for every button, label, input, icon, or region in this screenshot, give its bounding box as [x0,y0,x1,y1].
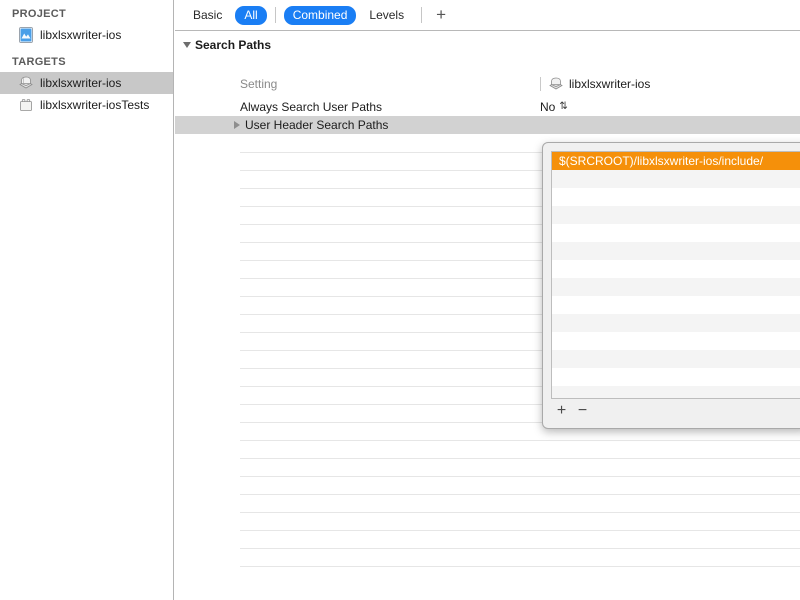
list-item[interactable] [552,242,800,260]
xcode-build-settings-window: PROJECT libxlsxwriter-ios TARGETS libxls… [0,0,800,600]
tab-levels[interactable]: Levels [360,6,413,25]
tab-basic[interactable]: Basic [184,6,231,25]
sidebar-item-label: libxlsxwriter-iosTests [40,98,150,112]
toolbar-separator [274,7,276,23]
list-item[interactable] [552,206,800,224]
list-item[interactable] [552,188,800,206]
project-group-header: PROJECT [12,8,67,20]
column-header-target-label: libxlsxwriter-ios [569,77,651,91]
list-item[interactable] [552,332,800,350]
project-navigator-sidebar: PROJECT libxlsxwriter-ios TARGETS libxls… [0,0,174,600]
stepper-icon[interactable]: ⇅ [559,102,567,112]
section-title: Search Paths [195,38,272,52]
test-bundle-target-icon [18,97,34,113]
row-separator [240,494,800,495]
tab-combined[interactable]: Combined [283,5,357,25]
tab-all[interactable]: All [235,5,267,25]
library-target-icon [548,76,564,92]
section-header-search-paths[interactable]: Search Paths [175,35,800,55]
row-separator [240,512,800,513]
chevron-right-icon[interactable] [234,121,240,129]
sidebar-item-label: libxlsxwriter-ios [40,28,122,42]
table-header-row: Setting libxlsxwriter-ios [175,75,800,93]
list-item[interactable] [552,350,800,368]
row-separator [240,476,800,477]
setting-name: User Header Search Paths [245,118,389,132]
sidebar-item-project-libxlsxwriter-ios[interactable]: libxlsxwriter-ios [0,24,173,46]
xcode-project-icon [18,27,34,43]
setting-value-label: No [540,100,556,114]
setting-name: Always Search User Paths [240,100,383,114]
row-separator [240,530,800,531]
chevron-down-icon[interactable] [183,42,191,48]
library-target-icon [18,75,34,91]
list-item[interactable] [552,314,800,332]
row-separator [240,548,800,549]
list-item[interactable] [552,368,800,386]
build-settings-filter-toolbar: Basic All Combined Levels + [175,0,800,31]
table-row[interactable]: User Header Search Paths [175,116,800,134]
targets-group-header: TARGETS [12,56,66,68]
search-paths-editor-popover: $(SRCROOT)/libxlsxwriter-ios/include/ + … [542,142,800,429]
list-item[interactable] [552,296,800,314]
list-item[interactable] [552,278,800,296]
sidebar-item-label: libxlsxwriter-ios [40,76,122,90]
list-item[interactable] [552,260,800,278]
row-separator [240,440,800,441]
setting-name-container: User Header Search Paths [234,118,388,132]
sidebar-item-target-libxlsxwriter-ios[interactable]: libxlsxwriter-ios [0,72,173,94]
table-row[interactable]: Always Search User Paths No ⇅ [175,98,800,116]
list-item[interactable] [552,224,800,242]
remove-path-button[interactable]: − [572,403,593,419]
toolbar-separator [421,7,423,23]
search-paths-list[interactable]: $(SRCROOT)/libxlsxwriter-ios/include/ [551,151,800,399]
popover-footer: + − [551,401,800,421]
sidebar-item-target-libxlsxwriter-iosTests[interactable]: libxlsxwriter-iosTests [0,94,173,116]
row-separator [240,566,800,567]
list-item[interactable]: $(SRCROOT)/libxlsxwriter-ios/include/ [552,152,800,170]
list-item[interactable] [552,170,800,188]
column-header-setting: Setting [240,77,278,91]
column-header-target: libxlsxwriter-ios [540,76,650,92]
list-item[interactable] [552,386,800,398]
add-setting-button[interactable]: + [430,6,452,23]
row-separator [240,458,800,459]
column-divider [540,77,541,91]
setting-value[interactable]: No ⇅ [540,100,568,114]
add-path-button[interactable]: + [551,403,572,419]
